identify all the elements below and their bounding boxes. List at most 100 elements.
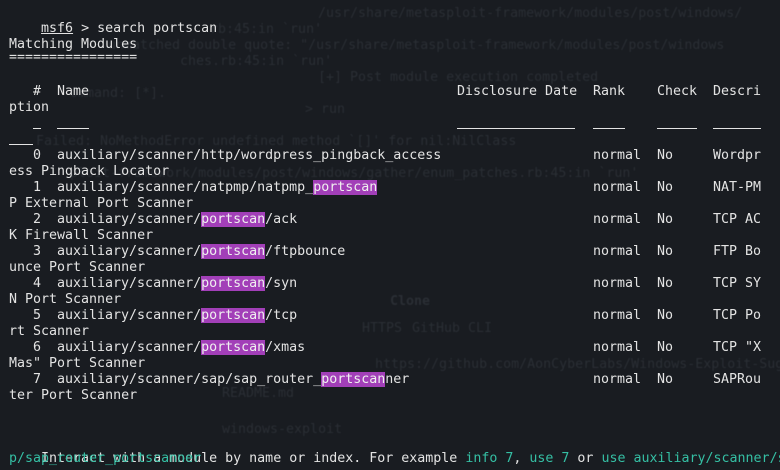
module-path: auxiliary/scanner/http/wordpress_pingbac… xyxy=(57,148,442,163)
col-header-date: Disclosure Date xyxy=(457,84,578,99)
row-index: 5 xyxy=(33,308,42,323)
row-rank: normal xyxy=(593,372,642,387)
row-description: SAPRou xyxy=(713,372,762,387)
ghost-line: ches.rb:45:in `run' xyxy=(180,54,333,69)
row-module-name[interactable]: auxiliary/scanner/natpmp/natpmp_portscan xyxy=(57,180,378,196)
module-path-suffix: /ack xyxy=(265,212,298,227)
row-index: 3 xyxy=(33,244,42,259)
row-check: No xyxy=(657,148,674,163)
search-match-highlight: portscan xyxy=(201,244,266,259)
row-description-wrap: ess Pingback Locator xyxy=(9,164,170,179)
row-description-wrap: rt Scanner xyxy=(9,324,90,339)
row-rank: normal xyxy=(593,212,642,227)
row-module-name[interactable]: auxiliary/scanner/portscan/xmas xyxy=(57,340,305,356)
row-description: TCP AC xyxy=(713,212,762,227)
footer-sep: , xyxy=(513,451,530,466)
separator-date xyxy=(457,128,575,129)
ghost-line: > run xyxy=(305,102,346,117)
ghost-line: unmatched double quote: "/usr/share/meta… xyxy=(108,38,725,53)
module-path-suffix: ner xyxy=(385,372,410,387)
col-header-wrap: ption xyxy=(9,100,50,115)
module-path: auxiliary/scanner/natpmp/natpmp_ xyxy=(57,180,314,195)
ghost-file: README.md xyxy=(222,386,295,401)
row-index: 7 xyxy=(33,372,42,387)
separator-desc xyxy=(713,128,761,129)
row-rank: normal xyxy=(593,340,642,355)
row-check: No xyxy=(657,308,674,323)
ghost-clone-title: Clone xyxy=(390,294,431,309)
row-description: TCP "X xyxy=(713,340,762,355)
row-description-wrap: K Firewall Scanner xyxy=(9,228,154,243)
search-match-highlight: portscan xyxy=(313,180,378,195)
prompt-line: msf6 > search portscan xyxy=(9,5,217,36)
separator-rank xyxy=(593,128,625,129)
search-match-highlight: portscan xyxy=(321,372,386,387)
col-header-name: Name xyxy=(57,84,90,99)
row-module-name[interactable]: auxiliary/scanner/portscan/tcp xyxy=(57,308,297,324)
row-check: No xyxy=(657,340,674,355)
row-module-name[interactable]: auxiliary/scanner/sap/sap_router_portsca… xyxy=(57,372,409,388)
col-header-description: Descri xyxy=(713,84,762,99)
separator-name xyxy=(57,128,89,129)
footer-hint: Interact with a module by name or index.… xyxy=(9,435,780,466)
row-rank: normal xyxy=(593,308,642,323)
module-path-suffix: /ftpbounce xyxy=(265,244,346,259)
row-check: No xyxy=(657,372,674,387)
separator-wrap xyxy=(9,144,33,145)
footer-use-path-example[interactable]: use auxiliary/scanner/sa xyxy=(601,451,780,466)
row-module-name[interactable]: auxiliary/scanner/http/wordpress_pingbac… xyxy=(57,148,441,164)
separator-num xyxy=(33,128,41,129)
row-rank: normal xyxy=(593,276,642,291)
module-path: auxiliary/scanner/ xyxy=(57,244,202,259)
row-check: No xyxy=(657,180,674,195)
ghost-line: rb:45:in `run' xyxy=(210,22,323,37)
row-description-wrap: ter Port Scanner xyxy=(9,388,138,403)
row-module-name[interactable]: auxiliary/scanner/portscan/ftpbounce xyxy=(57,244,345,260)
row-rank: normal xyxy=(593,148,642,163)
prompt-module: msf6 xyxy=(41,21,74,36)
footer-info-example[interactable]: info 7 xyxy=(465,451,513,466)
row-description-wrap: unce Port Scanner xyxy=(9,260,146,275)
search-match-highlight: portscan xyxy=(201,212,266,227)
module-path-suffix: /xmas xyxy=(265,340,306,355)
module-path: auxiliary/scanner/sap/sap_router_ xyxy=(57,372,322,387)
row-index: 4 xyxy=(33,276,42,291)
results-heading-underline: ================ xyxy=(9,50,138,65)
row-rank: normal xyxy=(593,180,642,195)
col-header-check: Check xyxy=(657,84,698,99)
ghost-url: https://github.com/AonCyberLabs/Windows-… xyxy=(375,357,780,372)
terminal-window[interactable]: /usr/share/metasploit-framework/modules/… xyxy=(0,0,780,470)
module-path-suffix: /tcp xyxy=(265,308,298,323)
search-match-highlight: portscan xyxy=(201,308,266,323)
row-description-wrap: P External Port Scanner xyxy=(9,196,194,211)
row-index: 6 xyxy=(33,340,42,355)
module-path: auxiliary/scanner/ xyxy=(57,212,202,227)
module-path: auxiliary/scanner/ xyxy=(57,308,202,323)
row-module-name[interactable]: auxiliary/scanner/portscan/syn xyxy=(57,276,297,292)
row-index: 0 xyxy=(33,148,42,163)
row-index: 1 xyxy=(33,180,42,195)
row-description: Wordpr xyxy=(713,148,762,163)
footer-or: or xyxy=(569,451,602,466)
row-description-wrap: Mas" Port Scanner xyxy=(9,356,146,371)
row-check: No xyxy=(657,276,674,291)
ghost-line: /usr/share/metasploit-framework/modules/… xyxy=(318,6,743,21)
row-check: No xyxy=(657,244,674,259)
ghost-tab-https: HTTPS xyxy=(362,321,403,336)
row-description-wrap: N Port Scanner xyxy=(9,292,122,307)
row-rank: normal xyxy=(593,244,642,259)
prompt-command: > search portscan xyxy=(73,21,218,36)
search-match-highlight: portscan xyxy=(201,276,266,291)
row-description: TCP Po xyxy=(713,308,762,323)
search-match-highlight: portscan xyxy=(201,340,266,355)
footer-use-index-example[interactable]: use 7 xyxy=(529,451,569,466)
module-path-suffix: /syn xyxy=(265,276,298,291)
row-description: NAT-PM xyxy=(713,180,762,195)
ghost-tab-cli: GitHub CLI xyxy=(412,321,493,336)
row-description: FTP Bo xyxy=(713,244,762,259)
separator-check xyxy=(657,128,697,129)
footer-hint-wrap[interactable]: p/sap_router_portscanner xyxy=(9,451,201,467)
module-path: auxiliary/scanner/ xyxy=(57,276,202,291)
row-module-name[interactable]: auxiliary/scanner/portscan/ack xyxy=(57,212,297,228)
row-index: 2 xyxy=(33,212,42,227)
